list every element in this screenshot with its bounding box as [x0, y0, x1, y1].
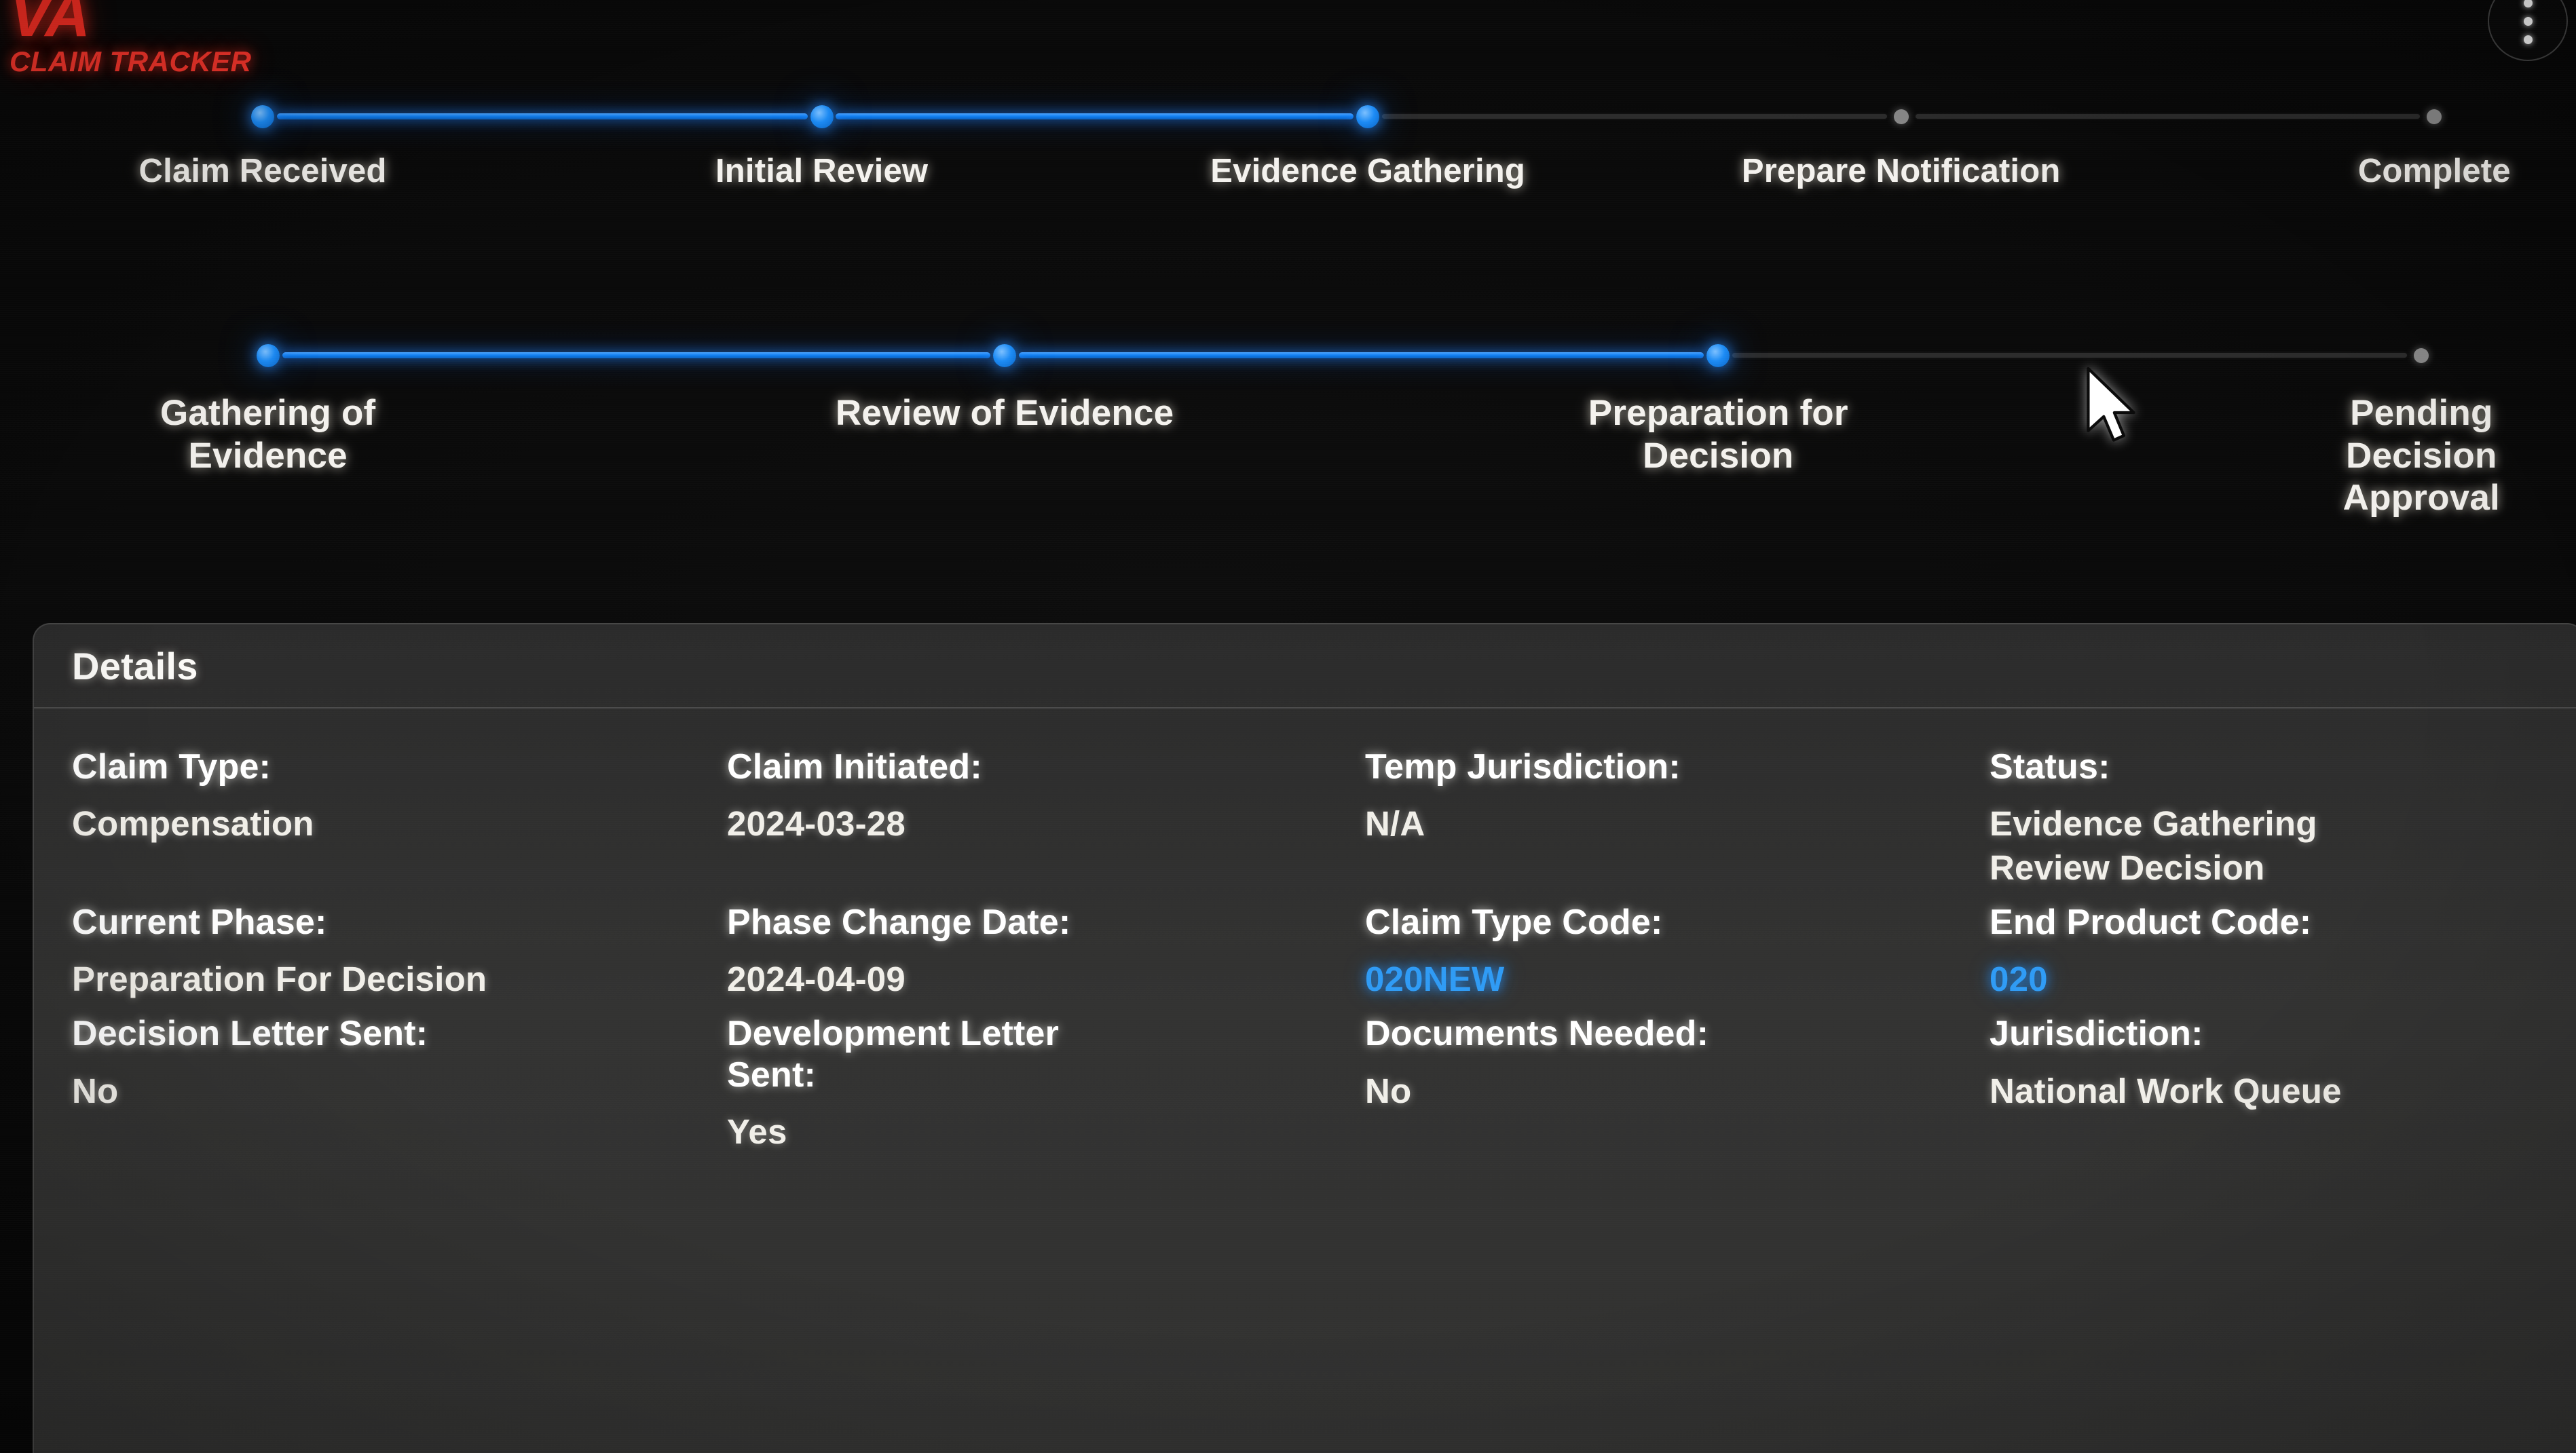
stepper-secondary-label-4: Pending Decision Approval [2342, 393, 2500, 518]
claim-progress-stepper-secondary: Gathering of Evidence Review of Evidence P… [0, 339, 2576, 518]
detail-field: Claim Type: Compensation [72, 747, 727, 890]
stepper-secondary-label-1: Gathering of Evidence [160, 393, 376, 476]
detail-value: 2024-04-09 [727, 960, 906, 999]
detail-value-link[interactable]: 020 [1990, 958, 2529, 1001]
detail-label: Temp Jurisdiction: [1365, 747, 1681, 787]
detail-field: Development Letter Sent: Yes [727, 1013, 1365, 1154]
detail-field: Current Phase: Preparation For Decision [72, 902, 727, 1002]
kebab-dot-3 [2523, 35, 2533, 44]
details-card-header: Details [34, 624, 2576, 709]
stepper-primary-track [0, 100, 2576, 132]
detail-label: Status: [1990, 747, 2110, 787]
detail-value: National Work Queue [1990, 1071, 2342, 1110]
details-title: Details [72, 644, 198, 687]
stepper-primary-connector-2 [836, 113, 1354, 119]
detail-value: No [1365, 1071, 1412, 1110]
stepper-primary-node-2[interactable] [810, 105, 834, 128]
stepper-secondary-connector-1 [282, 352, 991, 358]
detail-field: End Product Code: 020 [1990, 902, 2545, 1002]
claim-progress-stepper-primary: Claim Received Initial Review Evidence Gat… [0, 100, 2576, 189]
stepper-secondary-node-2[interactable] [993, 344, 1017, 367]
stepper-secondary-label-3: Preparation for Decision [1588, 393, 1848, 476]
stepper-secondary-track [0, 339, 2576, 371]
details-card-body: Claim Type: Compensation Claim Initiated: 2… [34, 709, 2576, 1154]
detail-field: Status: Evidence Gathering Review Decisio… [1990, 747, 2545, 890]
details-row: Decision Letter Sent: No Development Lette… [72, 1013, 2545, 1154]
app-logo: VA CLAIM TRACKER [10, 0, 251, 76]
stepper-primary-node-5[interactable] [2427, 109, 2442, 124]
detail-value: Preparation For Decision [72, 960, 487, 999]
mouse-pointer-icon [2087, 366, 2135, 442]
stepper-primary-connector-1 [276, 113, 808, 119]
detail-value: No [72, 1071, 119, 1110]
details-row: Claim Type: Compensation Claim Initiated: 2… [72, 747, 2545, 890]
kebab-dot-2 [2523, 16, 2533, 26]
stepper-primary-label-3: Evidence Gathering [1210, 153, 1526, 189]
detail-field: Documents Needed: No [1365, 1013, 1990, 1154]
detail-field: Claim Initiated: 2024-03-28 [727, 747, 1365, 890]
details-card: Details Claim Type: Compensation Claim Ini… [33, 623, 2576, 1453]
detail-field: Claim Type Code: 020NEW [1365, 902, 1990, 1002]
stepper-primary-label-5: Complete [2357, 153, 2511, 189]
detail-value-link[interactable]: 020NEW [1365, 958, 1973, 1001]
stepper-primary-connector-4 [1915, 114, 2421, 119]
stepper-secondary-node-1[interactable] [256, 344, 280, 367]
app-screen: VA CLAIM TRACKER Claim Received Initial R… [0, 0, 2576, 1453]
detail-label: Jurisdiction: [1990, 1014, 2203, 1054]
stepper-secondary-connector-3 [1732, 353, 2408, 358]
details-row: Current Phase: Preparation For Decision Ph… [72, 902, 2545, 1002]
stepper-primary-connector-3 [1382, 114, 1887, 119]
stepper-secondary-connector-2 [1018, 352, 1704, 358]
stepper-secondary-node-4[interactable] [2414, 348, 2429, 363]
detail-field: Decision Letter Sent: No [72, 1013, 727, 1154]
detail-label: Development Letter Sent: [727, 1014, 1060, 1095]
stepper-primary-label-2: Initial Review [715, 153, 929, 189]
stepper-primary-label-1: Claim Received [138, 153, 387, 189]
detail-label: Claim Type Code: [1365, 902, 1663, 942]
logo-va-text: VA [10, 0, 90, 50]
detail-label: Documents Needed: [1365, 1014, 1709, 1054]
stepper-primary-node-4[interactable] [1893, 109, 1909, 124]
detail-value: Compensation [72, 804, 314, 844]
stepper-primary-label-4: Prepare Notification [1741, 153, 2061, 189]
detail-field: Temp Jurisdiction: N/A [1365, 747, 1990, 890]
detail-label: Claim Initiated: [727, 747, 982, 787]
detail-label: End Product Code: [1990, 902, 2312, 942]
detail-label: Phase Change Date: [727, 902, 1071, 942]
detail-field: Phase Change Date: 2024-04-09 [727, 902, 1365, 1002]
detail-label: Current Phase: [72, 902, 327, 942]
detail-field: Jurisdiction: National Work Queue [1990, 1013, 2545, 1154]
stepper-primary-node-3[interactable] [1356, 105, 1380, 128]
kebab-dot-1 [2523, 0, 2533, 7]
stepper-primary-node-1[interactable] [251, 105, 275, 128]
kebab-menu-icon[interactable] [2488, 0, 2568, 61]
detail-label: Decision Letter Sent: [72, 1014, 428, 1054]
detail-value: 2024-03-28 [727, 804, 906, 844]
detail-value: Evidence Gathering Review Decision [1990, 804, 2317, 887]
stepper-secondary-label-2: Review of Evidence [835, 393, 1174, 433]
detail-label: Claim Type: [72, 747, 272, 787]
detail-value: Yes [727, 1112, 787, 1151]
stepper-secondary-node-3[interactable] [1706, 344, 1730, 367]
logo-subtitle: CLAIM TRACKER [10, 45, 252, 77]
detail-value: N/A [1365, 804, 1425, 844]
